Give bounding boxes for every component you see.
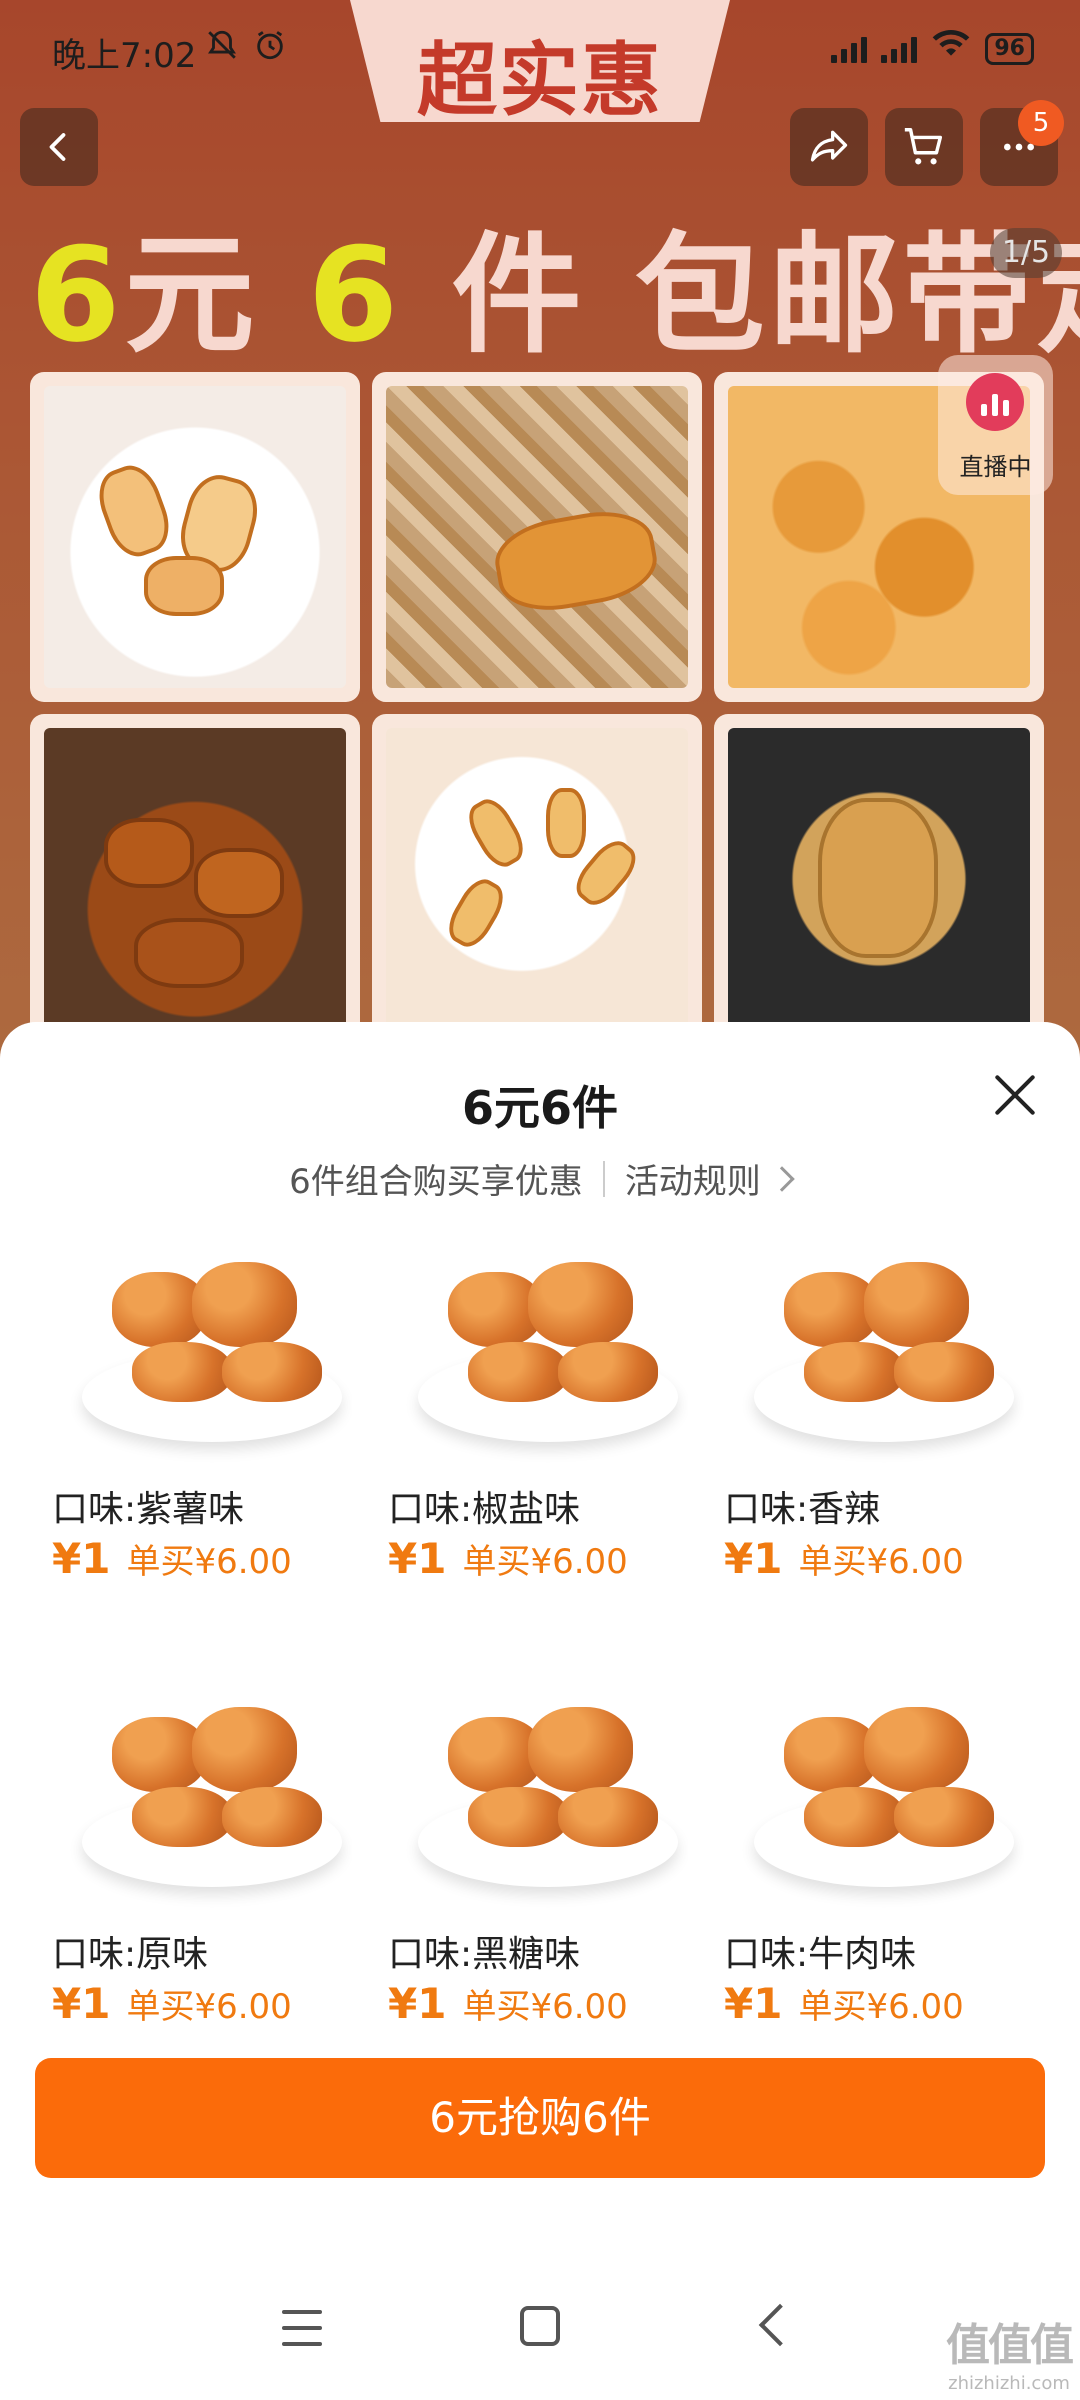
product-image: [52, 1232, 352, 1470]
watermark-logo: 值值值: [946, 2320, 1074, 2371]
product-image: [388, 1232, 688, 1470]
headline-space: [402, 219, 451, 371]
status-bar: 晚上7:02 96: [0, 0, 1080, 100]
banner-headline: 6元 6 件 包邮带走: [30, 190, 1080, 378]
product-price: ¥1: [52, 1979, 111, 2028]
product-item[interactable]: 口味:原味 ¥1 单买¥6.00: [52, 1677, 352, 2097]
headline-text: 件 包邮带走: [451, 219, 1080, 371]
sheet-subtitle-row: 6件组合购买享优惠 活动规则: [0, 1154, 1080, 1203]
battery-icon: 96: [985, 32, 1034, 65]
sheet-title: 6元6件: [461, 1081, 618, 1135]
buy-bundle-button[interactable]: 6元抢购6件: [35, 2058, 1045, 2178]
product-flavor: 口味:黑糖味: [388, 1934, 581, 1975]
product-image: [52, 1677, 352, 1915]
product-price-row: ¥1 单买¥6.00: [52, 1534, 292, 1583]
nav-back-icon[interactable]: [758, 2303, 802, 2347]
menu-icon[interactable]: [282, 2310, 322, 2346]
product-flavor: 口味:原味: [52, 1934, 209, 1975]
product-single-price: 单买¥6.00: [462, 1987, 628, 2027]
product-item[interactable]: 口味:紫薯味 ¥1 单买¥6.00: [52, 1232, 352, 1652]
product-price-row: ¥1 单买¥6.00: [724, 1979, 964, 2028]
product-price-row: ¥1 单买¥6.00: [52, 1979, 292, 2028]
live-button[interactable]: 直播中: [938, 355, 1053, 495]
product-item[interactable]: 口味:牛肉味 ¥1 单买¥6.00: [724, 1677, 1024, 2097]
product-single-price: 单买¥6.00: [462, 1542, 628, 1582]
product-flavor: 口味:紫薯味: [52, 1489, 245, 1530]
sheet-subtitle: 6件组合购买享优惠: [289, 1162, 583, 1202]
watermark: 值值值 zhizhizhi.com: [946, 2309, 1074, 2394]
live-label: 直播中: [959, 453, 1032, 481]
product-single-price: 单买¥6.00: [126, 1987, 292, 2027]
gallery-tile[interactable]: [30, 372, 360, 702]
product-photo: [386, 728, 688, 1030]
cart-icon: [904, 128, 943, 165]
product-price: ¥1: [724, 1534, 783, 1583]
product-photo: [728, 728, 1030, 1030]
alarm-icon: [253, 28, 287, 71]
home-icon[interactable]: [520, 2306, 560, 2346]
product-price: ¥1: [52, 1534, 111, 1583]
share-icon: [810, 130, 848, 162]
gallery-tile[interactable]: [372, 372, 702, 702]
hd-signal-icon: [831, 35, 868, 63]
status-right-icons: 96: [831, 28, 1034, 69]
product-item[interactable]: 口味:香辣 ¥1 单买¥6.00: [724, 1232, 1024, 1652]
signal-icon: [881, 35, 918, 63]
product-single-price: 单买¥6.00: [798, 1987, 964, 2027]
product-price-row: ¥1 单买¥6.00: [388, 1534, 628, 1583]
status-left-icons: [205, 28, 287, 71]
image-counter: 1/5: [990, 228, 1062, 278]
back-icon: [49, 133, 66, 161]
cart-badge: 5: [1018, 100, 1064, 146]
product-image: [724, 1232, 1024, 1470]
headline-number: 6: [30, 219, 125, 371]
product-flavor: 口味:香辣: [724, 1489, 881, 1530]
product-price: ¥1: [388, 1979, 447, 2028]
status-time: 晚上7:02: [52, 36, 197, 76]
product-price-row: ¥1 单买¥6.00: [388, 1979, 628, 2028]
product-flavor: 口味:椒盐味: [388, 1489, 581, 1530]
product-price-row: ¥1 单买¥6.00: [724, 1534, 964, 1583]
headline-text: 元: [124, 219, 259, 371]
chevron-right-icon: [769, 1165, 795, 1192]
product-photo: [44, 728, 346, 1030]
close-button[interactable]: [985, 1064, 1045, 1124]
rules-link[interactable]: 活动规则: [624, 1154, 795, 1203]
product-photo: [386, 386, 688, 688]
product-price: ¥1: [724, 1979, 783, 2028]
gallery-tile[interactable]: [372, 714, 702, 1044]
live-icon: [966, 373, 1024, 431]
gallery-tile[interactable]: [714, 714, 1044, 1044]
product-price: ¥1: [388, 1534, 447, 1583]
product-item[interactable]: 口味:黑糖味 ¥1 单买¥6.00: [388, 1677, 688, 2097]
cart-button[interactable]: [885, 108, 963, 186]
product-image: [724, 1677, 1024, 1915]
watermark-url: zhizhizhi.com: [948, 2373, 1070, 2394]
gallery-tile[interactable]: [30, 714, 360, 1044]
wifi-icon: [931, 28, 971, 69]
mute-icon: [205, 28, 239, 71]
share-button[interactable]: [790, 108, 868, 186]
product-item[interactable]: 口味:椒盐味 ¥1 单买¥6.00: [388, 1232, 688, 1652]
more-button[interactable]: 5: [980, 100, 1064, 186]
headline-space: [258, 219, 307, 371]
product-image: [388, 1677, 688, 1915]
product-single-price: 单买¥6.00: [798, 1542, 964, 1582]
headline-number: 6: [307, 219, 403, 371]
product-single-price: 单买¥6.00: [126, 1542, 292, 1582]
product-photo: [44, 386, 346, 688]
back-button[interactable]: [20, 108, 98, 186]
divider: [602, 1160, 605, 1197]
product-flavor: 口味:牛肉味: [724, 1934, 917, 1975]
bundle-sheet: 6元6件 6件组合购买享优惠 活动规则 口味:紫薯味 ¥1 单买¥6.00 口味…: [0, 1022, 1080, 2400]
system-nav-bar: 值值值 zhizhizhi.com: [0, 2270, 1080, 2400]
rules-link-label: 活动规则: [624, 1162, 761, 1202]
